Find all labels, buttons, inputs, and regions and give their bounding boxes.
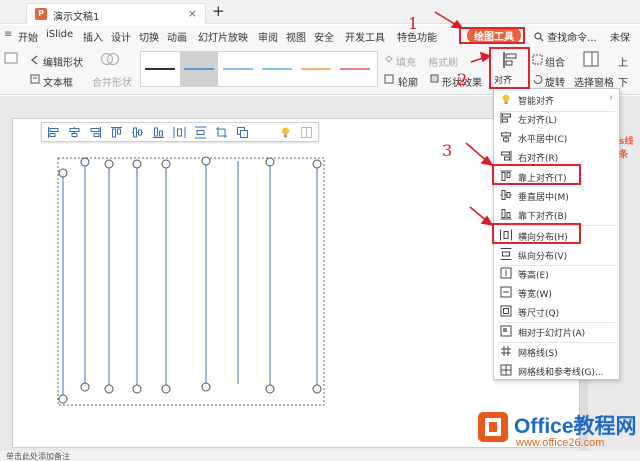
step-number-2: 2 bbox=[457, 70, 468, 89]
annotation-arrows bbox=[434, 11, 494, 227]
office-logo-icon bbox=[478, 412, 508, 442]
arrowhead-icon bbox=[450, 19, 464, 29]
arrowhead-icon bbox=[479, 51, 492, 63]
watermark-title: Office教程网 bbox=[514, 415, 637, 438]
step-number-1: 1 bbox=[408, 14, 419, 33]
notes-placeholder[interactable]: 单击此处添加备注 bbox=[6, 451, 70, 461]
watermark-url: www.office26.com bbox=[516, 437, 605, 449]
side-panel-peek: s线条 bbox=[619, 137, 634, 160]
site-watermark: Office教程网 www.office26.com bbox=[476, 408, 640, 456]
step-number-3: 3 bbox=[442, 141, 453, 160]
